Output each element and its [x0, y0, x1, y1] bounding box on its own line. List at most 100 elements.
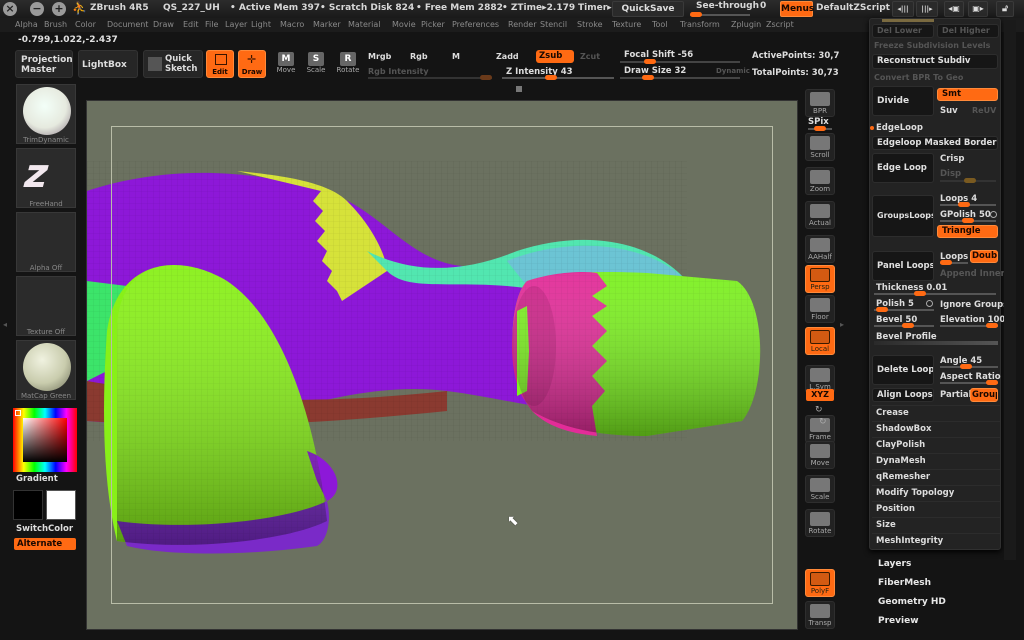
menu-layer[interactable]: Layer: [225, 20, 247, 29]
freeze-subdivision-levels-button[interactable]: Freeze Subdivision Levels: [874, 41, 990, 50]
rotate-z-axis-icon[interactable]: ↻: [819, 417, 827, 427]
transp-button[interactable]: Transp: [805, 601, 835, 629]
panel-loops-button[interactable]: Panel Loops: [872, 251, 934, 281]
stroke-selector[interactable]: z FreeHand: [16, 148, 76, 208]
subpalette-fibermesh[interactable]: FiberMesh: [878, 578, 931, 588]
secondary-color-swatch[interactable]: [46, 490, 76, 520]
persp-button[interactable]: Persp: [805, 265, 835, 293]
aspect-ratio-slider[interactable]: [940, 380, 998, 385]
alpha-selector[interactable]: Alpha Off: [16, 212, 76, 272]
draw-size-slider[interactable]: [620, 75, 740, 80]
focal-shift-slider[interactable]: [620, 59, 740, 64]
menu-draw[interactable]: Draw: [153, 20, 174, 29]
panel-scroll-indicator[interactable]: [882, 19, 934, 22]
groups-toggle[interactable]: Groups: [970, 388, 998, 402]
polish-circle-icon[interactable]: [926, 300, 933, 307]
menu-zscript[interactable]: Zscript: [766, 20, 794, 29]
canvas-viewport[interactable]: ⬉: [86, 100, 798, 630]
menu-texture[interactable]: Texture: [612, 20, 641, 29]
menu-document[interactable]: Document: [107, 20, 148, 29]
scale-button[interactable]: Scale: [805, 475, 835, 503]
section-crease[interactable]: Crease: [872, 405, 1000, 421]
subpalette-preview[interactable]: Preview: [878, 616, 919, 626]
layout-next-icon[interactable]: ▣▸: [968, 1, 988, 17]
edge-loop-button[interactable]: Edge Loop: [872, 153, 934, 183]
edgeloop-header[interactable]: EdgeLoop: [876, 123, 923, 133]
convert-bpr-button[interactable]: Convert BPR To Geo: [874, 73, 963, 82]
menu-edit[interactable]: Edit: [183, 20, 199, 29]
rotate-y-axis-icon[interactable]: ↻: [815, 405, 823, 415]
edit-button[interactable]: Edit: [206, 50, 234, 78]
bevel-profile-curve[interactable]: [874, 341, 998, 345]
menu-marker[interactable]: Marker: [313, 20, 341, 29]
polyf-button[interactable]: PolyF: [805, 569, 835, 597]
right-tray-toggle-icon[interactable]: ▸: [840, 320, 844, 329]
z-intensity-slider[interactable]: [502, 75, 614, 80]
rgb-button[interactable]: Rgb: [410, 52, 428, 61]
m-button[interactable]: M: [452, 52, 460, 61]
groups-loops-button[interactable]: GroupsLoops: [872, 195, 934, 237]
brush-selector[interactable]: TrimDynamic: [16, 84, 76, 144]
expand-ui-icon[interactable]: |||▸: [916, 1, 938, 17]
suv-toggle[interactable]: Suv: [940, 106, 958, 116]
scroll-button[interactable]: Scroll: [805, 133, 835, 161]
spix-button[interactable]: SPix: [808, 117, 832, 131]
rotate-button[interactable]: Rotate: [805, 509, 835, 537]
triangle-toggle[interactable]: Triangle: [937, 225, 998, 238]
double-toggle[interactable]: Double: [970, 250, 998, 263]
xyz-button[interactable]: XYZ: [806, 389, 834, 401]
mrgb-button[interactable]: Mrgb: [368, 52, 391, 61]
section-position[interactable]: Position: [872, 501, 1000, 517]
menu-stroke[interactable]: Stroke: [577, 20, 603, 29]
del-lower-button[interactable]: Del Lower: [872, 24, 934, 38]
crisp-toggle[interactable]: Crisp: [940, 154, 965, 164]
ignore-groups-toggle[interactable]: Ignore Groups: [940, 300, 1008, 310]
spix-slider[interactable]: [808, 126, 832, 131]
section-qremesher[interactable]: qRemesher: [872, 469, 1000, 485]
delete-loops-button[interactable]: Delete Loops: [872, 355, 934, 385]
menu-zplugin[interactable]: Zplugin: [731, 20, 761, 29]
quick-sketch-button[interactable]: Quick Sketch: [143, 50, 203, 78]
gpolish-slider[interactable]: [940, 218, 996, 223]
zadd-button[interactable]: Zadd: [496, 52, 519, 61]
color-saturation-square[interactable]: [23, 418, 67, 462]
menu-light[interactable]: Light: [251, 20, 271, 29]
minimize-window-icon[interactable]: −: [30, 2, 44, 16]
subpalette-geometry-hd[interactable]: Geometry HD: [878, 597, 946, 607]
top-shelf-grip[interactable]: [516, 86, 522, 92]
reconstruct-subdiv-button[interactable]: Reconstruct Subdiv: [872, 54, 998, 69]
disp-slider[interactable]: [940, 178, 996, 183]
scale-button[interactable]: S Scale: [302, 52, 330, 80]
subpalette-layers[interactable]: Layers: [878, 559, 911, 569]
shrink-ui-icon[interactable]: ◂|||: [892, 1, 914, 17]
section-claypolish[interactable]: ClayPolish: [872, 437, 1000, 453]
section-modify-topology[interactable]: Modify Topology: [872, 485, 1000, 501]
rotate-button[interactable]: R Rotate: [334, 52, 362, 80]
move-button[interactable]: Move: [805, 441, 835, 469]
partial-toggle[interactable]: Partial: [940, 390, 972, 400]
menu-color[interactable]: Color: [75, 20, 96, 29]
gpolish-circle-icon[interactable]: [990, 211, 997, 218]
quicksave-button[interactable]: QuickSave: [612, 1, 684, 17]
move-button[interactable]: M Move: [272, 52, 300, 80]
aahalf-button[interactable]: AAHalf: [805, 235, 835, 263]
layout-prev-icon[interactable]: ◂▣: [944, 1, 964, 17]
append-inner-toggle[interactable]: Append Inner: [940, 269, 1005, 279]
close-window-icon[interactable]: ×: [3, 2, 17, 16]
align-loops-button[interactable]: Align Loops: [872, 388, 934, 402]
menus-button[interactable]: Menus: [780, 1, 814, 17]
color-picker[interactable]: [13, 408, 77, 472]
menu-brush[interactable]: Brush: [44, 20, 67, 29]
menu-picker[interactable]: Picker: [421, 20, 445, 29]
angle-slider[interactable]: [940, 364, 998, 369]
zsub-button[interactable]: Zsub: [536, 50, 574, 63]
panel-loops-slider[interactable]: [940, 260, 968, 265]
thickness-slider[interactable]: [874, 291, 996, 296]
smt-toggle[interactable]: Smt: [937, 88, 998, 101]
divide-button[interactable]: Divide: [872, 86, 934, 116]
menu-movie[interactable]: Movie: [392, 20, 416, 29]
section-shadowbox[interactable]: ShadowBox: [872, 421, 1000, 437]
timer[interactable]: Timer▸: [578, 3, 612, 13]
menu-stencil[interactable]: Stencil: [540, 20, 567, 29]
lightbox-button[interactable]: LightBox: [78, 50, 138, 78]
